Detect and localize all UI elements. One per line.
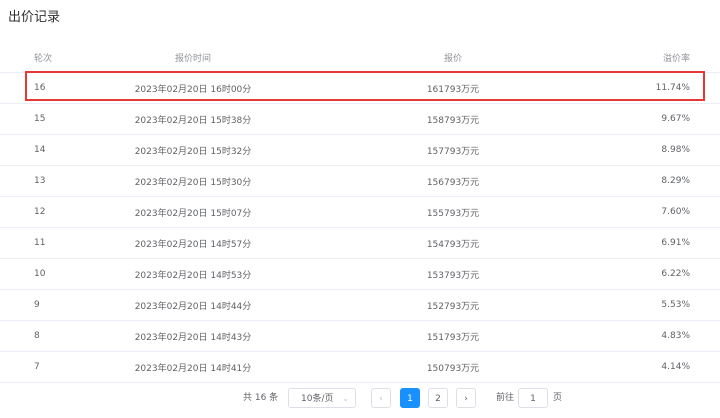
cell-premium: 4.83% (584, 320, 720, 352)
table-row: 11 2023年02月20日 14时57分 154793万元 6.91% (0, 227, 720, 259)
table-row: 12 2023年02月20日 15时07分 155793万元 7.60% (0, 196, 720, 228)
column-header-time: 报价时间 (64, 42, 322, 73)
bid-records-table: 轮次 报价时间 报价 溢价率 16 2023年02月20日 16时00分 16179… (0, 42, 720, 383)
column-header-premium: 溢价率 (584, 42, 720, 73)
cell-time: 2023年02月20日 15时07分 (64, 196, 322, 228)
table-header-row: 轮次 报价时间 报价 溢价率 (0, 42, 720, 73)
cell-time: 2023年02月20日 14时44分 (64, 289, 322, 321)
cell-premium: 8.98% (584, 134, 720, 166)
cell-round: 16 (0, 72, 64, 104)
cell-premium: 8.29% (584, 165, 720, 197)
cell-price: 157793万元 (322, 134, 584, 166)
cell-price: 150793万元 (322, 351, 584, 383)
page-2-button[interactable]: 2 (428, 388, 448, 408)
chevron-down-icon: ⌄ (342, 394, 349, 403)
chevron-right-icon: › (464, 394, 468, 404)
cell-premium: 4.14% (584, 351, 720, 383)
cell-price: 151793万元 (322, 320, 584, 352)
cell-price: 152793万元 (322, 289, 584, 321)
cell-time: 2023年02月20日 14时43分 (64, 320, 322, 352)
cell-round: 8 (0, 320, 64, 352)
prev-page-button[interactable]: ‹ (371, 388, 391, 408)
cell-round: 12 (0, 196, 64, 228)
page-size-value: 10条/页 (301, 394, 334, 404)
cell-premium: 11.74% (584, 72, 720, 104)
table-row: 15 2023年02月20日 15时38分 158793万元 9.67% (0, 103, 720, 135)
cell-round: 7 (0, 351, 64, 383)
cell-premium: 7.60% (584, 196, 720, 228)
cell-round: 14 (0, 134, 64, 166)
cell-round: 9 (0, 289, 64, 321)
cell-round: 11 (0, 227, 64, 259)
cell-time: 2023年02月20日 15时38分 (64, 103, 322, 135)
page-title: 出价记录 (8, 10, 61, 25)
cell-round: 15 (0, 103, 64, 135)
column-header-round: 轮次 (0, 42, 64, 73)
cell-price: 156793万元 (322, 165, 584, 197)
column-header-price: 报价 (322, 42, 584, 73)
table-row: 13 2023年02月20日 15时30分 156793万元 8.29% (0, 165, 720, 197)
total-count: 共 16 条 (243, 393, 279, 403)
goto-unit-label: 页 (553, 393, 563, 403)
cell-price: 158793万元 (322, 103, 584, 135)
cell-premium: 5.53% (584, 289, 720, 321)
table-row: 7 2023年02月20日 14时41分 150793万元 4.14% (0, 351, 720, 383)
chevron-left-icon: ‹ (379, 394, 383, 404)
cell-premium: 6.22% (584, 258, 720, 290)
cell-price: 153793万元 (322, 258, 584, 290)
goto-label: 前往 (496, 393, 515, 403)
cell-premium: 6.91% (584, 227, 720, 259)
cell-price: 154793万元 (322, 227, 584, 259)
cell-premium: 9.67% (584, 103, 720, 135)
cell-time: 2023年02月20日 15时30分 (64, 165, 322, 197)
table-row: 14 2023年02月20日 15时32分 157793万元 8.98% (0, 134, 720, 166)
cell-round: 13 (0, 165, 64, 197)
cell-price: 155793万元 (322, 196, 584, 228)
table-row: 8 2023年02月20日 14时43分 151793万元 4.83% (0, 320, 720, 352)
cell-time: 2023年02月20日 14时57分 (64, 227, 322, 259)
page-1-button[interactable]: 1 (400, 388, 420, 408)
cell-time: 2023年02月20日 15时32分 (64, 134, 322, 166)
table-row: 16 2023年02月20日 16时00分 161793万元 11.74% (0, 72, 720, 104)
table-row: 9 2023年02月20日 14时44分 152793万元 5.53% (0, 289, 720, 321)
next-page-button[interactable]: › (456, 388, 476, 408)
cell-price: 161793万元 (322, 72, 584, 104)
cell-round: 10 (0, 258, 64, 290)
table-row: 10 2023年02月20日 14时53分 153793万元 6.22% (0, 258, 720, 290)
goto-page-input[interactable]: 1 (518, 388, 548, 408)
cell-time: 2023年02月20日 14时53分 (64, 258, 322, 290)
cell-time: 2023年02月20日 14时41分 (64, 351, 322, 383)
pagination: 共 16 条 10条/页 ⌄ ‹ 1 2 › 前往 1 页 (0, 388, 720, 408)
cell-time: 2023年02月20日 16时00分 (64, 72, 322, 104)
page-size-select[interactable]: 10条/页 ⌄ (288, 388, 356, 408)
